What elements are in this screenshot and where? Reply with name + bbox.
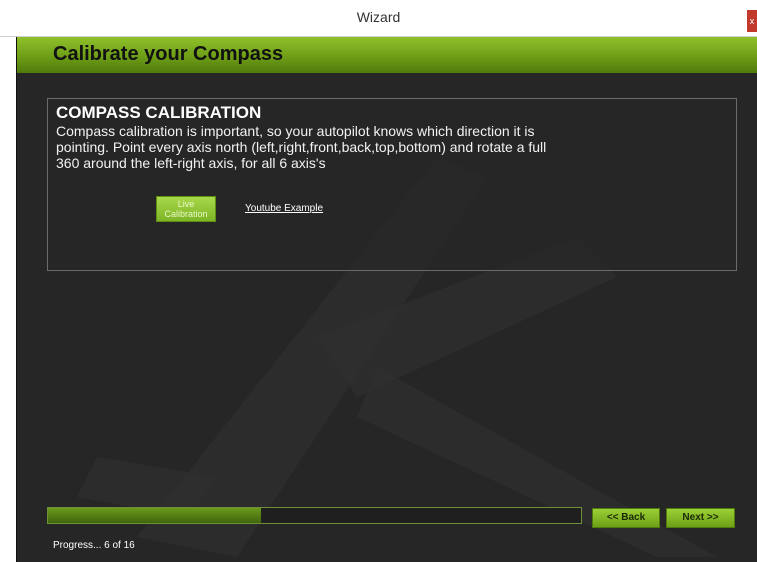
- wizard-window: Calibrate your Compass COMPASS CALIBRATI…: [16, 37, 757, 562]
- back-button[interactable]: << Back: [592, 508, 660, 528]
- progress-label: Progress... 6 of 16: [53, 540, 135, 551]
- panel-title: COMPASS CALIBRATION: [56, 103, 262, 122]
- panel-description: Compass calibration is important, so you…: [56, 123, 547, 171]
- next-button[interactable]: Next >>: [666, 508, 735, 528]
- progress-bar-fill: [48, 508, 262, 523]
- page-header: Calibrate your Compass: [17, 37, 757, 73]
- title-bar: Wizard x: [0, 0, 757, 37]
- live-calibration-button[interactable]: Live Calibration: [156, 196, 216, 222]
- progress-bar: [47, 507, 582, 524]
- calibration-panel: COMPASS CALIBRATION Compass calibration …: [47, 98, 737, 271]
- close-icon[interactable]: x: [747, 10, 757, 32]
- page-title: Calibrate your Compass: [53, 43, 284, 65]
- youtube-example-link[interactable]: Youtube Example: [245, 203, 323, 214]
- window-title: Wizard: [356, 9, 401, 25]
